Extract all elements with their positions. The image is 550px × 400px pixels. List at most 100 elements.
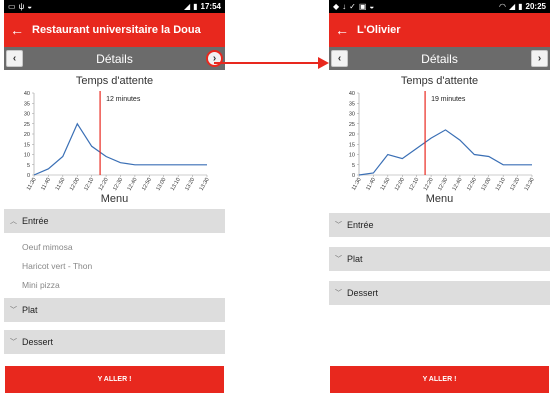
wait-time-chart: 0 5 10 15 20 25 30 35 40 11:30 11:40 11:50 12:00 12:1…: [24, 91, 211, 192]
x-tick-label: 12:30: [112, 177, 124, 192]
battery-icon: ▮: [193, 1, 198, 11]
back-arrow-icon[interactable]: ←: [10, 22, 32, 38]
menu-item: Haricot vert - Thon: [22, 260, 93, 271]
chevron-down-icon: ﹀: [335, 222, 342, 229]
details-bar: ‹ Détails ›: [329, 47, 550, 70]
y-tick-label: 30: [349, 112, 355, 118]
usb-icon: ψ: [18, 1, 25, 11]
y-tick-label: 35: [24, 101, 30, 107]
x-tick-label: 12:20: [98, 177, 110, 192]
download-icon: ↓: [342, 1, 347, 11]
y-tick-label: 20: [349, 132, 355, 138]
x-tick-label: 11:40: [365, 177, 377, 192]
app-bar: ← L'Olivier: [329, 13, 550, 47]
menu-item: Oeuf mimosa: [22, 241, 73, 252]
section-label: Entrée: [22, 216, 49, 226]
x-tick-label: 12:00: [69, 177, 81, 192]
details-title: Détails: [96, 51, 133, 66]
x-tick-label: 13:10: [495, 177, 507, 192]
x-tick-label: 12:10: [83, 177, 95, 192]
status-bar: ◆ ↓ ✓ ▣ ◒ ◠ ◢ ▮ 20:25: [329, 0, 550, 13]
x-tick-label: 12:30: [437, 177, 449, 192]
go-button[interactable]: Y ALLER !: [330, 366, 549, 393]
x-tick-label: 13:20: [509, 177, 521, 192]
battery-icon: ▮: [518, 1, 523, 11]
x-tick-label: 13:10: [170, 177, 182, 192]
section-dessert[interactable]: ﹀ Dessert: [4, 330, 225, 354]
y-tick-label: 35: [349, 101, 355, 107]
check-icon: ✓: [349, 1, 356, 11]
next-button[interactable]: ›: [531, 50, 548, 67]
y-tick-label: 30: [24, 112, 30, 118]
x-tick-label: 11:40: [40, 177, 52, 192]
x-tick-label: 12:40: [127, 177, 139, 192]
y-tick-label: 25: [24, 122, 30, 128]
series-line: [33, 122, 207, 176]
go-button[interactable]: Y ALLER !: [5, 366, 224, 393]
x-tick-label: 12:20: [423, 177, 435, 192]
y-tick-label: 5: [352, 163, 355, 169]
x-tick-label: 11:30: [26, 177, 38, 192]
sd-card-icon: ▭: [8, 1, 16, 11]
chevron-down-icon: ﹀: [335, 256, 342, 263]
section-label: Dessert: [22, 337, 54, 347]
arrow-head: [318, 57, 329, 69]
menu-item: Mini pizza: [22, 279, 60, 290]
section-plat[interactable]: ﹀ Plat: [329, 247, 550, 271]
details-title: Détails: [421, 51, 458, 66]
y-tick-label: 40: [24, 91, 30, 97]
clock: 20:25: [525, 2, 546, 11]
section-label: Dessert: [347, 288, 379, 298]
details-bar: ‹ Détails ›: [4, 47, 225, 70]
x-tick-label: 11:30: [351, 177, 363, 192]
section-entree[interactable]: ︿ Entrée: [4, 209, 225, 233]
series-line: [358, 129, 532, 176]
restaurant-title: L'Olivier: [357, 24, 401, 36]
section-entree[interactable]: ﹀ Entrée: [329, 213, 550, 237]
previous-button[interactable]: ‹: [6, 50, 23, 67]
menu-title: Menu: [100, 193, 129, 205]
x-tick-label: 12:10: [408, 177, 420, 192]
y-tick-label: 15: [24, 142, 30, 148]
transition-arrow: [214, 57, 329, 69]
x-tick-label: 13:30: [524, 177, 536, 192]
section-plat[interactable]: ﹀ Plat: [4, 298, 225, 322]
x-tick-label: 13:30: [199, 177, 211, 192]
marker-label: 12 minutes: [106, 96, 141, 103]
wifi-icon: ◠: [498, 1, 506, 11]
y-tick-label: 25: [349, 122, 355, 128]
image-icon: ▣: [358, 1, 367, 11]
y-tick-label: 5: [27, 163, 30, 169]
y-tick-label: 0: [352, 173, 355, 179]
x-tick-label: 12:00: [394, 177, 406, 192]
app-bar: ← Restaurant universitaire la Doua: [4, 13, 225, 47]
chevron-down-icon: ﹀: [10, 339, 17, 346]
previous-button[interactable]: ‹: [331, 50, 348, 67]
y-tick-label: 10: [349, 153, 355, 159]
status-bar: ▭ ψ ◒ ◢ ▮ 17:54: [4, 0, 225, 13]
x-tick-label: 13:00: [480, 177, 492, 192]
x-tick-label: 12:50: [466, 177, 478, 192]
section-dessert[interactable]: ﹀ Dessert: [329, 281, 550, 305]
section-label: Plat: [22, 305, 38, 315]
y-tick-label: 20: [24, 132, 30, 138]
marker-label: 19 minutes: [431, 96, 466, 103]
back-arrow-icon[interactable]: ←: [335, 22, 357, 38]
menu-title: Menu: [425, 193, 454, 205]
y-tick-label: 40: [349, 91, 355, 97]
y-tick-label: 15: [349, 142, 355, 148]
right-phone-screen: ◆ ↓ ✓ ▣ ◒ ◠ ◢ ▮ 20:25 ← L'Olivier ‹ Déta…: [329, 0, 550, 400]
x-tick-label: 11:50: [380, 177, 392, 192]
android-icon: ◒: [27, 1, 33, 11]
left-phone-screen: ▭ ψ ◒ ◢ ▮ 17:54 ← Restaurant universitai…: [4, 0, 225, 400]
section-label: Entrée: [347, 220, 374, 230]
section-label: Plat: [347, 254, 363, 264]
x-tick-label: 13:20: [184, 177, 196, 192]
x-tick-label: 12:40: [452, 177, 464, 192]
restaurant-title: Restaurant universitaire la Doua: [32, 24, 201, 36]
chevron-right-icon: ›: [537, 53, 542, 64]
android-icon: ◒: [369, 1, 375, 11]
chevron-left-icon: ‹: [12, 53, 17, 64]
chevron-left-icon: ‹: [337, 53, 342, 64]
signal-icon: ◢: [508, 1, 516, 11]
